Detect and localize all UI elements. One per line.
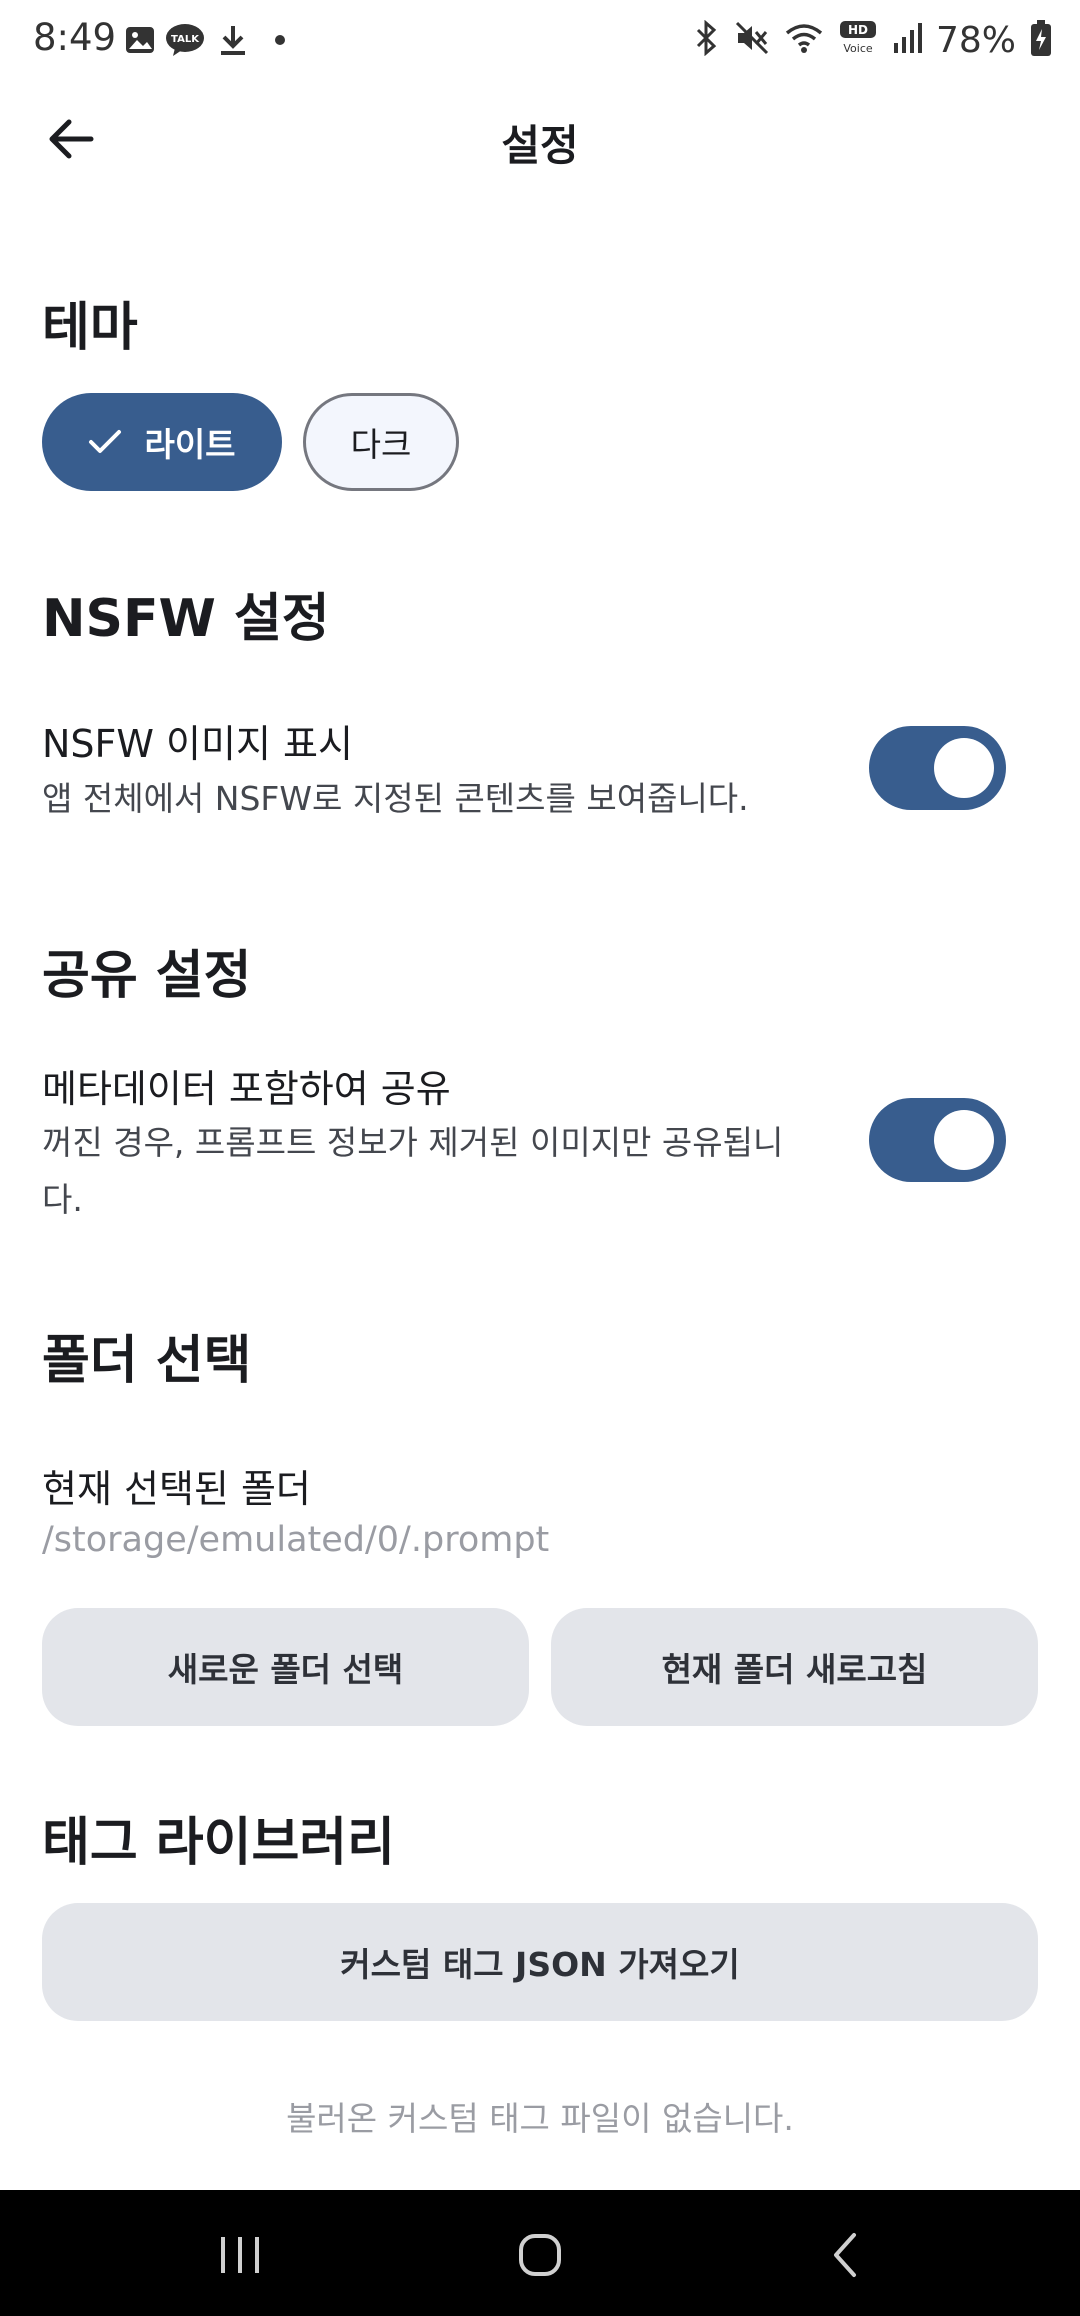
nsfw-heading: NSFW 설정 <box>42 589 330 649</box>
check-icon <box>89 430 122 453</box>
download-icon <box>216 22 250 58</box>
theme-chip-dark-label: 다크 <box>350 425 412 464</box>
current-folder-path: /storage/emulated/0/.prompt <box>42 1520 550 1560</box>
import-custom-tags-button[interactable]: 커스텀 태그 JSON 가져오기 <box>42 1903 1038 2021</box>
hd-voice-icon: HD Voice <box>838 20 878 60</box>
select-new-folder-button[interactable]: 새로운 폴더 선택 <box>42 1608 529 1726</box>
status-right-group: HD Voice 78% <box>694 18 1052 62</box>
current-folder-label: 현재 선택된 폴더 <box>42 1467 311 1511</box>
toggle-knob <box>934 738 994 798</box>
theme-chip-light-label: 라이트 <box>144 425 236 464</box>
refresh-folder-button[interactable]: 현재 폴더 새로고침 <box>551 1608 1038 1726</box>
share-setting-description: 꺼진 경우, 프롬프트 정보가 제거된 이미지만 공유됩니다. <box>42 1123 784 1219</box>
talk-label: TALK <box>171 34 200 45</box>
battery-icon <box>1030 19 1052 61</box>
theme-heading: 테마 <box>42 298 138 358</box>
status-time: 8:49 <box>33 16 117 59</box>
dot-icon <box>270 22 290 58</box>
voice-label: Voice <box>843 42 873 55</box>
theme-chip-light[interactable]: 라이트 <box>42 393 282 491</box>
toggle-knob <box>934 1110 994 1170</box>
system-back-button[interactable] <box>805 2222 885 2288</box>
talk-icon: TALK <box>164 22 206 58</box>
folder-heading: 폴더 선택 <box>42 1331 252 1391</box>
nsfw-setting-title: NSFW 이미지 표시 <box>42 722 353 766</box>
share-setting-title: 메타데이터 포함하여 공유 <box>42 1067 451 1111</box>
gallery-icon <box>122 22 158 58</box>
theme-chip-dark[interactable]: 다크 <box>303 393 459 491</box>
signal-icon <box>892 21 922 59</box>
bluetooth-icon <box>694 19 720 60</box>
recents-icon <box>221 2237 259 2273</box>
page-title: 설정 <box>501 121 579 170</box>
mute-icon <box>734 20 770 60</box>
wifi-icon <box>784 21 824 59</box>
home-button[interactable] <box>500 2222 580 2288</box>
home-icon <box>519 2234 561 2276</box>
recent-apps-button[interactable] <box>200 2222 280 2288</box>
hd-label: HD <box>848 23 868 37</box>
empty-tag-message: 불러온 커스텀 태그 파일이 없습니다. <box>286 2099 794 2138</box>
share-heading: 공유 설정 <box>42 946 252 1006</box>
status-bar: 8:49 TALK HD Voice 78% <box>0 0 1080 82</box>
nsfw-toggle[interactable] <box>869 726 1006 810</box>
battery-percent: 78% <box>935 19 1016 61</box>
share-toggle[interactable] <box>869 1098 1006 1182</box>
tag-library-heading: 태그 라이브러리 <box>42 1813 395 1873</box>
chevron-left-icon <box>834 2233 856 2277</box>
nsfw-setting-description: 앱 전체에서 NSFW로 지정된 콘텐츠를 보여줍니다. <box>42 779 749 818</box>
